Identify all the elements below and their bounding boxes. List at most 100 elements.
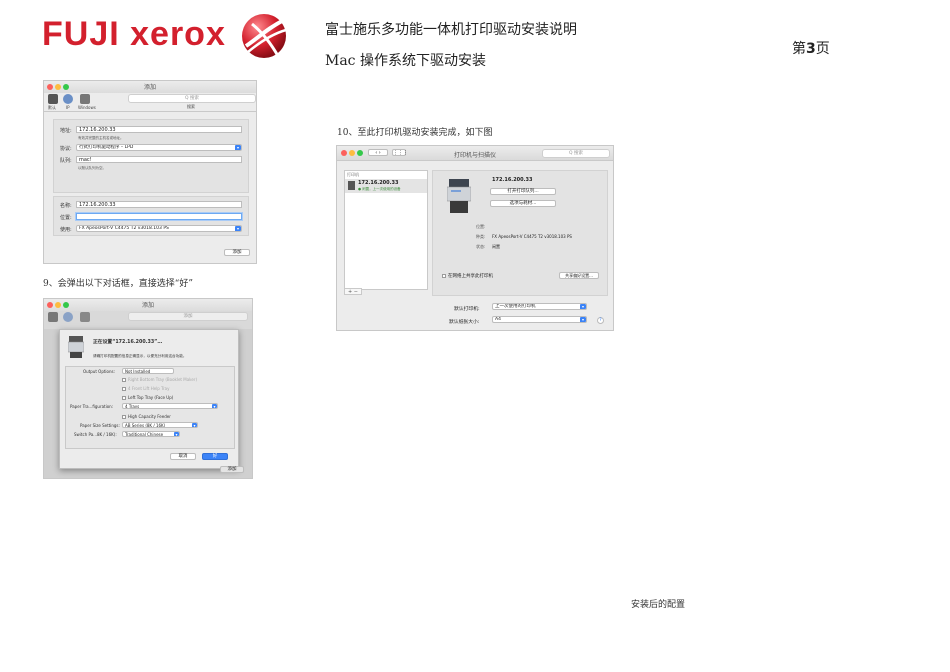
status-value: 闲置 [492, 244, 500, 249]
search-input[interactable]: Q 搜索 [542, 149, 610, 158]
window-titlebar: 添加 [44, 299, 252, 311]
step10-caption: 10、至此打印机驱动安装完成，如下图 [337, 128, 493, 138]
cancel-button[interactable]: 取消 [170, 453, 196, 460]
output-options-label: Output Options: [83, 369, 115, 374]
printer-detail-panel: 172.16.200.33 打开打印队列... 选项与耗材... 位置: 种类:… [432, 170, 608, 296]
share-printer-checkbox[interactable] [442, 274, 446, 278]
chevron-down-icon: ▾ [212, 404, 217, 409]
window-titlebar: ‹ › ⋮⋮⋮ 打印机与扫描仪 Q 搜索 [337, 146, 613, 161]
kind-label: 种类: [476, 234, 486, 239]
window-titlebar: 添加 [44, 81, 256, 93]
options-panel: Output Options: Not Installed Right Bott… [65, 366, 235, 449]
window-title: 添加 [143, 84, 156, 91]
name-field[interactable]: 172.16.200.33 [76, 201, 242, 208]
location-label: 位置: [476, 224, 486, 229]
queue-field[interactable]: mac! [76, 156, 242, 163]
search-input: 添加 [128, 312, 248, 321]
toolbar-default-label: 默认 [48, 105, 56, 110]
add-remove-printer-buttons[interactable]: + − [344, 288, 362, 295]
address-field[interactable]: 172.16.200.33 [76, 126, 242, 133]
use-label: 使用: [60, 227, 72, 233]
chevron-down-icon: ▾ [192, 423, 197, 428]
paper-tray-select[interactable]: 4 Trays ▾ [122, 403, 218, 409]
add-button[interactable]: 添加 [224, 249, 250, 256]
driver-value: FX ApeosPort-V C4475 T2 v3018.103 PS [79, 226, 169, 231]
location-field[interactable] [76, 213, 242, 220]
printer-list-header: 打印机 [347, 172, 359, 177]
address-hint: 有效并完整的主机名或地址。 [78, 136, 124, 140]
high-capacity-checkbox[interactable] [122, 415, 126, 419]
setup-description: 请确打印机配置的信息正确显示，以便充分利用这台功能。 [93, 354, 187, 358]
address-label: 地址: [60, 128, 72, 134]
front-lift-tray-checkbox[interactable] [122, 387, 126, 391]
printer-list-item[interactable]: 172.16.200.33 ● 闲置，上一次使用的设备 [345, 179, 427, 193]
add-button-behind: 添加 [220, 466, 244, 473]
help-icon[interactable]: ? [597, 317, 604, 324]
default-paper-select[interactable]: A4 ▾ [492, 316, 587, 323]
default-printer-select[interactable]: 上一次使用的打印机 ▾ [492, 303, 587, 310]
location-label: 位置: [60, 215, 72, 221]
ip-settings-panel: 地址: 172.16.200.33 有效并完整的主机名或地址。 协议: 行式打印… [53, 119, 249, 193]
windows-printer-icon[interactable] [80, 94, 90, 104]
printers-scanners-window: ‹ › ⋮⋮⋮ 打印机与扫描仪 Q 搜索 打印机 172.16.200.33 ●… [336, 145, 614, 331]
setup-sheet: 正在设置“172.16.200.33”… 请确打印机配置的信息正确显示，以便充分… [59, 329, 239, 469]
paper-size-value: AB Series (8K / 16K) [125, 423, 166, 428]
sharing-preferences-button[interactable]: 共享偏好设置... [559, 272, 599, 279]
search-input[interactable]: Q 搜索 [128, 94, 256, 103]
globe-icon[interactable] [63, 94, 73, 104]
globe-icon [63, 312, 73, 322]
switch-paper-value: Traditional Chinese [125, 432, 164, 437]
printer-icon [48, 312, 58, 322]
options-supplies-button[interactable]: 选项与耗材... [490, 200, 556, 207]
paper-size-select[interactable]: AB Series (8K / 16K) ▾ [122, 422, 198, 428]
paper-tray-value: 4 Trays [125, 404, 140, 409]
name-settings-panel: 名称: 172.16.200.33 位置: 使用: FX ApeosPort-V… [53, 196, 249, 236]
document-title: 富士施乐多功能一体机打印驱动安装说明 [325, 22, 577, 38]
window-title: 添加 [141, 302, 154, 309]
search-label: 搜索 [187, 104, 195, 109]
open-print-queue-button[interactable]: 打开打印队列... [490, 188, 556, 195]
switch-paper-select[interactable]: Traditional Chinese ▾ [122, 431, 180, 437]
switch-paper-label: Switch Pa...8K / 16K): [74, 432, 117, 437]
front-lift-tray-label: 4 Front Lift Help Tray [128, 386, 170, 391]
printer-icon [348, 181, 355, 190]
right-bottom-tray-checkbox[interactable] [122, 378, 126, 382]
step9-caption: 9、会弹出以下对话框，直接选择“好” [43, 279, 193, 289]
printer-icon[interactable] [48, 94, 58, 104]
chevron-down-icon: ▾ [580, 317, 586, 322]
queue-label: 队列: [60, 158, 72, 164]
paper-tray-label: Paper Tra...figuration: [70, 404, 114, 409]
chevron-down-icon: ▾ [174, 432, 179, 437]
page-number: 第3页 [792, 41, 830, 57]
protocol-select[interactable]: 行式打印机驱动程序 – LPD ▾ [76, 144, 242, 151]
high-capacity-label: High Capacity Feeder [128, 414, 171, 419]
default-paper-label: 默认纸张大小: [449, 320, 480, 325]
printer-icon [447, 179, 471, 213]
printer-name: 172.16.200.33 [358, 180, 399, 186]
default-printer-label: 默认打印机: [454, 307, 480, 312]
paper-size-label: Paper Size Settings: [80, 423, 120, 428]
document-subtitle: Mac 操作系统下驱动安装 [325, 53, 486, 69]
queue-hint: 以默认队列为空。 [78, 166, 106, 170]
toolbar-windows-label: Windows [78, 105, 96, 110]
window-toolbar: 默认 IP Windows Q 搜索 搜索 [44, 93, 256, 112]
protocol-label: 协议: [60, 146, 72, 152]
right-bottom-tray-label: Right Bottom Tray (Booklet Maker) [128, 377, 198, 382]
printer-icon [68, 336, 84, 358]
toolbar-ip-label: IP [66, 105, 70, 110]
output-options-value: Not Installed [125, 369, 151, 374]
left-top-tray-label: Left Top Tray (Face Up) [128, 395, 174, 400]
setup-dialog-window: 添加 添加 正在设置“172.16.200.33”… 请确打印机配置的信息正确显… [43, 298, 253, 479]
bottom-caption: 安装后的配置 [631, 600, 686, 610]
add-printer-window: 添加 默认 IP Windows Q 搜索 搜索 地址: 172.16.200.… [43, 80, 257, 264]
left-top-tray-checkbox[interactable] [122, 396, 126, 400]
default-printer-value: 上一次使用的打印机 [495, 304, 536, 309]
driver-select[interactable]: FX ApeosPort-V C4475 T2 v3018.103 PS ▾ [76, 225, 242, 232]
ok-button[interactable]: 好 [202, 453, 228, 460]
window-toolbar: 添加 [44, 311, 252, 330]
printer-list: 打印机 172.16.200.33 ● 闲置，上一次使用的设备 [344, 170, 428, 290]
status-label: 状态: [476, 244, 486, 249]
chevron-down-icon: ▾ [235, 145, 241, 150]
detail-printer-name: 172.16.200.33 [492, 177, 533, 183]
output-options-select[interactable]: Not Installed [122, 368, 174, 374]
